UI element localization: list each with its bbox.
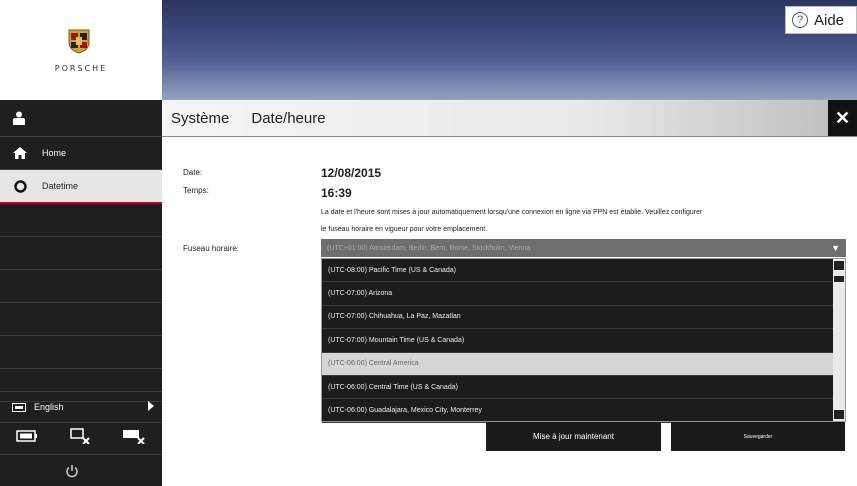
- porsche-crest-icon: [68, 29, 90, 54]
- close-icon: ✕: [834, 107, 851, 128]
- scroll-up-icon[interactable]: [834, 261, 844, 270]
- user-button[interactable]: [0, 100, 162, 137]
- power-icon[interactable]: [65, 464, 79, 478]
- home-icon: [10, 147, 30, 159]
- chevron-right-icon: [148, 401, 154, 413]
- sidebar-empty-slot: [0, 336, 162, 369]
- dropdown-scrollbar[interactable]: [833, 259, 845, 421]
- header-banner: ? Aide: [162, 0, 857, 100]
- sidebar-empty-slot: [0, 270, 162, 303]
- info-line: La date et l'heure sont mises à jour aut…: [321, 209, 703, 216]
- timezone-label: Fuseau horaire:: [183, 244, 240, 253]
- device-status-row: [0, 422, 162, 455]
- network-disconnected-icon[interactable]: [122, 428, 146, 449]
- save-button[interactable]: Sauvegarder: [671, 422, 845, 451]
- date-value: 12/08/2015: [321, 166, 382, 180]
- timezone-option[interactable]: (UTC-08:00) Pacific Time (US & Canada): [322, 259, 834, 283]
- timezone-dropdown-list: (UTC-08:00) Pacific Time (US & Canada) (…: [321, 258, 846, 423]
- sidebar-empty-slot: [0, 237, 162, 270]
- sidebar-empty-slot: [0, 204, 162, 237]
- help-label: Aide: [814, 11, 845, 29]
- scroll-down-icon[interactable]: [834, 410, 844, 419]
- datetime-form: Date: 12/08/2015 Temps: 16:39 La date et…: [162, 137, 857, 486]
- timezone-option[interactable]: (UTC-07:00) Arizona: [322, 282, 834, 306]
- scroll-thumb[interactable]: [834, 276, 844, 282]
- update-now-button[interactable]: Mise à jour maintenant: [486, 422, 661, 451]
- timezone-select[interactable]: (UTC+01:00) Amsterdam, Berlin, Bern, Rom…: [321, 239, 846, 257]
- battery-icon[interactable]: [16, 429, 38, 447]
- time-value: 16:39: [321, 186, 352, 200]
- help-button[interactable]: ? Aide: [785, 6, 857, 34]
- dropdown-arrow-icon: ▼: [831, 243, 840, 253]
- timezone-option[interactable]: (UTC-06:00) Guadalajara, Mexico City, Mo…: [322, 399, 834, 423]
- power-row: [0, 455, 162, 486]
- device-disconnected-icon[interactable]: [70, 427, 90, 449]
- close-button[interactable]: ✕: [828, 100, 857, 136]
- logo-area: PORSCHE: [0, 0, 163, 100]
- timezone-option[interactable]: (UTC-06:00) Central Time (US & Canada): [322, 376, 834, 400]
- page-title: Date/heure: [251, 109, 326, 127]
- sidebar-item-home[interactable]: Home: [0, 137, 162, 170]
- sidebar: Home Datetime English: [0, 100, 162, 486]
- timezone-option[interactable]: (UTC-07:00) Mountain Time (US & Canada): [322, 329, 834, 353]
- sidebar-empty-slot: [0, 303, 162, 336]
- sidebar-item-label: Home: [42, 148, 67, 158]
- keyboard-icon: [12, 402, 26, 412]
- help-icon: ?: [792, 12, 808, 28]
- user-icon: [13, 111, 25, 125]
- timezone-selected-value: (UTC+01:00) Amsterdam, Berlin, Bern, Rom…: [327, 244, 531, 252]
- info-text: La date et l'heure sont mises à jour aut…: [321, 204, 841, 238]
- time-label: Temps:: [183, 186, 209, 195]
- banner-horizon: [162, 62, 857, 100]
- porsche-wordmark: PORSCHE: [54, 64, 108, 73]
- page-title-bar: Système Date/heure ✕: [162, 100, 857, 137]
- sidebar-item-datetime[interactable]: Datetime: [0, 170, 162, 204]
- info-line: le fuseau horaire en vigueur pour votre …: [321, 226, 488, 233]
- timezone-option-highlighted[interactable]: (UTC-06:00) Central America: [322, 352, 834, 376]
- date-label: Date:: [183, 168, 203, 177]
- section-title: Système: [171, 109, 230, 127]
- language-selector[interactable]: English: [0, 391, 162, 423]
- sidebar-item-label: Datetime: [42, 181, 79, 191]
- clock-icon: [10, 179, 30, 193]
- timezone-option[interactable]: (UTC-07:00) Chihuahua, La Paz, Mazatlan: [322, 306, 834, 330]
- language-label: English: [34, 402, 64, 412]
